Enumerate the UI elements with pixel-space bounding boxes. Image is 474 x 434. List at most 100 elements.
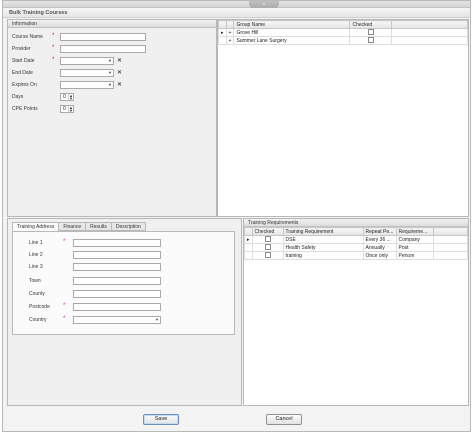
training-requirement-column[interactable]: Training Requirement (282, 227, 364, 236)
requirement-name-cell[interactable]: DSE (282, 235, 364, 244)
line1-input[interactable] (73, 239, 161, 247)
line3-row: Line 3 (29, 263, 229, 271)
cpe-points-row: CPE Points 0 ▲ ▼ (12, 105, 212, 113)
checkbox[interactable] (367, 37, 374, 44)
days-value: 0 (63, 94, 66, 100)
current-row-icon: ▸ (244, 235, 253, 244)
spinner-arrows-icon[interactable]: ▲ ▼ (68, 94, 73, 101)
requirement-type-cell[interactable]: Person (395, 251, 434, 260)
course-name-input[interactable] (60, 33, 146, 41)
checked-cell[interactable] (251, 243, 284, 252)
clear-icon[interactable]: ✕ (117, 69, 122, 76)
tab-description[interactable]: Description (110, 222, 146, 231)
start-date-picker[interactable]: ▼ (60, 57, 114, 65)
clear-icon[interactable]: ✕ (117, 81, 122, 88)
days-row: Days 0 ▲ ▼ (12, 93, 212, 101)
expires-on-picker[interactable]: ▼ (60, 81, 114, 89)
required-marker: * (63, 239, 66, 245)
filler-header (432, 227, 469, 236)
training-requirements-title: Training Requirements (244, 219, 468, 227)
training-address-form: Line 1 * Line 2 Line 3 Town County Postc… (12, 231, 235, 335)
postcode-input[interactable] (73, 303, 161, 311)
checkbox[interactable] (264, 236, 271, 243)
top-bar (3, 1, 470, 8)
line2-input[interactable] (73, 251, 161, 259)
cancel-button[interactable]: Cancel (266, 414, 302, 425)
checked-cell[interactable] (349, 28, 393, 37)
spinner-arrows-icon[interactable]: ▲ ▼ (68, 106, 73, 113)
row-indicator-cell (244, 251, 253, 260)
repeat-period-column[interactable]: Repeat Pe... (362, 227, 397, 236)
country-select[interactable]: ▼ (73, 316, 161, 324)
repeat-cell[interactable]: Once only (362, 251, 397, 260)
requirement-type-cell[interactable]: Post (395, 243, 434, 252)
filler-cell (432, 235, 469, 244)
tab-finance[interactable]: Finance (58, 222, 87, 231)
checkbox[interactable] (264, 244, 271, 251)
group-name-column[interactable]: Group Name (233, 20, 351, 29)
checkbox[interactable] (367, 29, 374, 36)
line1-label: Line 1 (29, 240, 43, 246)
requirement-name-cell[interactable]: training (282, 251, 364, 260)
row-indicator-cell (244, 243, 253, 252)
end-date-label: End Date (12, 70, 33, 76)
checked-column[interactable]: Checked (349, 20, 393, 29)
checked-column[interactable]: Checked (251, 227, 284, 236)
line2-label: Line 2 (29, 252, 43, 258)
repeat-cell[interactable]: Every 36 ... (362, 235, 397, 244)
group-name-cell[interactable]: Summer Lane Surgery (233, 36, 351, 45)
group-name-cell[interactable]: Grove Hill (233, 28, 351, 37)
course-name-row: Course Name * (12, 33, 212, 41)
provider-row: Provider * (12, 45, 212, 53)
end-date-row: End Date ▼ ✕ (12, 69, 212, 77)
town-input[interactable] (73, 277, 161, 285)
line3-label: Line 3 (29, 264, 43, 270)
requirements-grid-header: Checked Training Requirement Repeat Pe..… (244, 227, 469, 236)
dropdown-arrow-icon[interactable]: ▼ (155, 317, 159, 323)
checked-cell[interactable] (251, 235, 284, 244)
details-tab-panel: Training Address Finance Results Descriptio… (7, 218, 242, 406)
country-label: Country (29, 317, 47, 323)
tab-training-address[interactable]: Training Address (12, 222, 60, 231)
save-button[interactable]: Save (143, 414, 179, 425)
table-row[interactable]: ▸ + Grove Hill (218, 28, 468, 37)
tab-results[interactable]: Results (85, 222, 112, 231)
required-marker: * (63, 303, 66, 309)
requirement-type-cell[interactable]: Company (395, 235, 434, 244)
dropdown-arrow-icon[interactable]: ▼ (108, 58, 112, 64)
filler-cell (432, 243, 469, 252)
checked-cell[interactable] (349, 36, 393, 45)
cpe-points-label: CPE Points (12, 106, 38, 112)
expand-icon[interactable]: + (225, 28, 235, 37)
table-row[interactable]: training Once only Person (244, 251, 469, 260)
table-row[interactable]: Health Safety Annually Post (244, 243, 469, 252)
required-marker: * (52, 57, 55, 63)
dropdown-arrow-icon[interactable]: ▼ (108, 82, 112, 88)
county-label: County (29, 291, 45, 297)
repeat-cell[interactable]: Annually (362, 243, 397, 252)
line2-row: Line 2 (29, 251, 229, 259)
table-row[interactable]: ▸ DSE Every 36 ... Company (244, 235, 469, 244)
window-title: Bulk Training Courses (3, 8, 470, 18)
checked-cell[interactable] (251, 251, 284, 260)
expand-header (225, 20, 235, 29)
requirement-name-cell[interactable]: Health Safety (282, 243, 364, 252)
dropdown-arrow-icon[interactable]: ▼ (108, 70, 112, 76)
requirement-column[interactable]: Requireme... (395, 227, 434, 236)
required-marker: * (52, 33, 55, 39)
current-row-icon: ▸ (218, 28, 227, 37)
table-row[interactable]: + Summer Lane Surgery (218, 36, 468, 45)
clear-icon[interactable]: ✕ (117, 57, 122, 64)
expand-icon[interactable]: + (225, 36, 235, 45)
checkbox[interactable] (264, 252, 271, 259)
row-indicator-header (218, 20, 227, 29)
groups-grid-header: Group Name Checked (218, 20, 468, 29)
days-spinner[interactable]: 0 ▲ ▼ (60, 93, 74, 101)
line3-input[interactable] (73, 263, 161, 271)
provider-input[interactable] (60, 45, 146, 53)
cpe-points-spinner[interactable]: 0 ▲ ▼ (60, 105, 74, 113)
row-indicator-cell (218, 36, 227, 45)
county-input[interactable] (73, 290, 161, 298)
filler-cell (432, 251, 469, 260)
end-date-picker[interactable]: ▼ (60, 69, 114, 77)
